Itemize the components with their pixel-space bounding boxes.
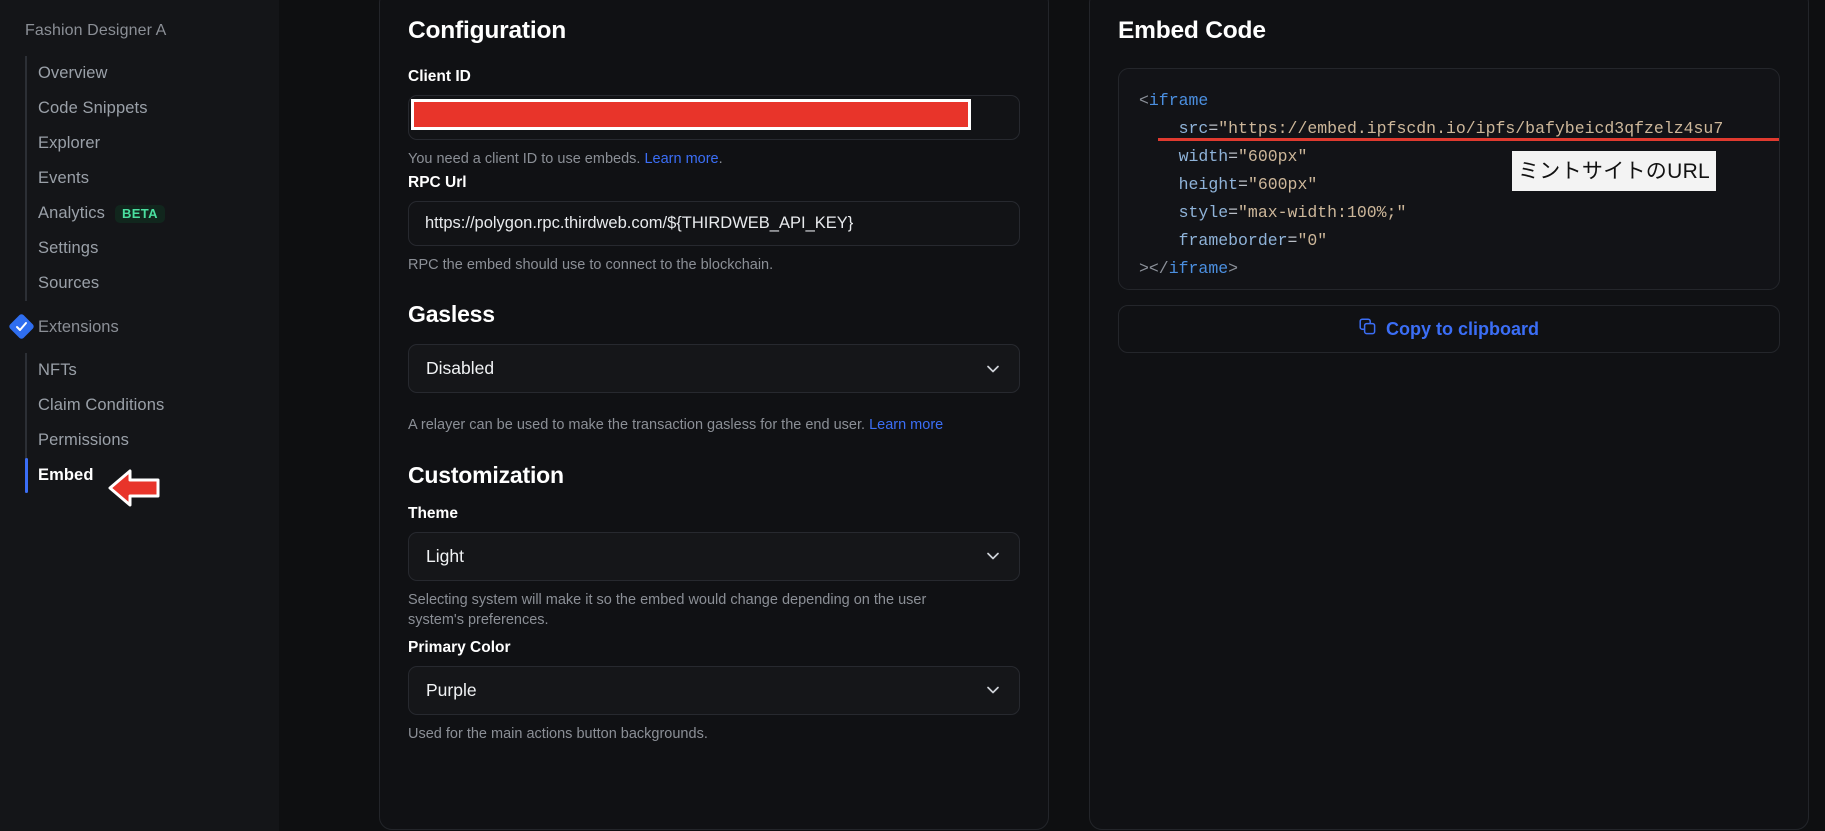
sidebar-item-label: Code Snippets — [38, 99, 148, 117]
chevron-down-icon — [984, 681, 1002, 699]
embed-code-block[interactable]: <iframe src="https://embed.ipfscdn.io/ip… — [1118, 68, 1780, 290]
theme-select[interactable]: Light — [408, 531, 1020, 581]
sidebar-item-label: Analytics — [38, 204, 105, 222]
sidebar-title: Fashion Designer A — [25, 22, 167, 39]
client-id-label: Client ID — [408, 68, 471, 85]
client-id-help-suffix: . — [718, 151, 723, 167]
sidebar-primary-nav: Overview Code Snippets Explorer Events A… — [0, 56, 279, 301]
client-id-learn-more-link[interactable]: Learn more — [644, 151, 718, 167]
theme-label: Theme — [408, 504, 458, 522]
sidebar-item-settings[interactable]: Settings — [0, 231, 279, 266]
sidebar-item-label: Events — [38, 169, 90, 187]
copy-button-label: Copy to clipboard — [1386, 318, 1539, 339]
primary-color-help: Used for the main actions button backgro… — [408, 725, 708, 742]
sidebar-item-events[interactable]: Events — [0, 161, 279, 196]
primary-color-label: Primary Color — [408, 638, 511, 656]
beta-badge: BETA — [114, 204, 165, 223]
rpc-url-value: https://polygon.rpc.thirdweb.com/${THIRD… — [425, 213, 854, 232]
section-title-customization: Customization — [408, 461, 564, 488]
sidebar-item-sources[interactable]: Sources — [0, 266, 279, 301]
sidebar-item-overview[interactable]: Overview — [0, 56, 279, 91]
sidebar-item-label: Permissions — [38, 431, 129, 449]
sidebar-item-label: NFTs — [38, 361, 77, 379]
sidebar-item-analytics[interactable]: Analytics BETA — [0, 196, 279, 231]
theme-help: Selecting system will make it so the emb… — [408, 591, 927, 629]
rpc-url-label: RPC Url — [408, 173, 467, 191]
sidebar-item-label: Sources — [38, 274, 100, 292]
panel-title-configuration: Configuration — [408, 17, 566, 44]
sidebar-item-label: Overview — [38, 64, 108, 82]
primary-color-select[interactable]: Purple — [408, 665, 1020, 715]
gasless-help-prefix: A relayer can be used to make the transa… — [408, 417, 866, 434]
sidebar-extensions-nav: NFTs Claim Conditions Permissions Embed — [0, 353, 279, 493]
rpc-url-input[interactable]: https://polygon.rpc.thirdweb.com/${THIRD… — [408, 200, 1020, 246]
src-underline-annotation — [1158, 138, 1779, 141]
client-id-help-prefix: You need a client ID to use embeds. — [408, 151, 641, 167]
configuration-panel: Configuration Client ID You need a clien… — [379, 0, 1049, 830]
sidebar-item-claim-conditions[interactable]: Claim Conditions — [0, 388, 279, 423]
sidebar-item-embed[interactable]: Embed — [0, 458, 279, 493]
copy-icon — [1359, 317, 1377, 341]
sidebar-item-permissions[interactable]: Permissions — [0, 423, 279, 458]
primary-color-value: Purple — [426, 679, 477, 700]
copy-to-clipboard-button[interactable]: Copy to clipboard — [1118, 305, 1780, 353]
section-title-gasless: Gasless — [408, 301, 495, 328]
embed-code-panel: Embed Code <iframe src="https://embed.ip… — [1089, 0, 1809, 830]
gasless-learn-more-link[interactable]: Learn more — [869, 417, 943, 433]
client-id-input[interactable] — [408, 95, 1020, 140]
panel-title-embed-code: Embed Code — [1118, 17, 1266, 44]
sidebar-item-explorer[interactable]: Explorer — [0, 126, 279, 161]
gasless-help: A relayer can be used to make the transa… — [408, 415, 1020, 436]
sidebar-item-label: Embed — [38, 466, 94, 484]
sidebar-item-label: Claim Conditions — [38, 396, 165, 414]
sidebar-group-extensions[interactable]: Extensions — [0, 301, 279, 353]
main-content: Configuration Client ID You need a clien… — [279, 0, 1825, 831]
sidebar-item-label: Explorer — [38, 134, 101, 152]
client-id-redaction-block — [411, 99, 971, 130]
sidebar-item-code-snippets[interactable]: Code Snippets — [0, 91, 279, 126]
sidebar: Fashion Designer A Overview Code Snippet… — [0, 0, 279, 831]
sidebar-item-nfts[interactable]: NFTs — [0, 353, 279, 388]
blue-diamond-check-icon — [8, 313, 35, 340]
theme-value: Light — [426, 545, 464, 566]
chevron-down-icon — [984, 360, 1002, 378]
sidebar-group-label: Extensions — [38, 317, 119, 336]
rpc-url-help: RPC the embed should use to connect to t… — [408, 256, 774, 273]
annotation-note: ミントサイトのURL — [1512, 151, 1717, 191]
sidebar-item-label: Settings — [38, 239, 99, 257]
gasless-select[interactable]: Disabled — [408, 344, 1020, 394]
chevron-down-icon — [984, 547, 1002, 565]
gasless-value: Disabled — [426, 358, 495, 379]
client-id-help: You need a client ID to use embeds. Lear… — [408, 149, 1020, 170]
app-root: Fashion Designer A Overview Code Snippet… — [0, 0, 1825, 831]
